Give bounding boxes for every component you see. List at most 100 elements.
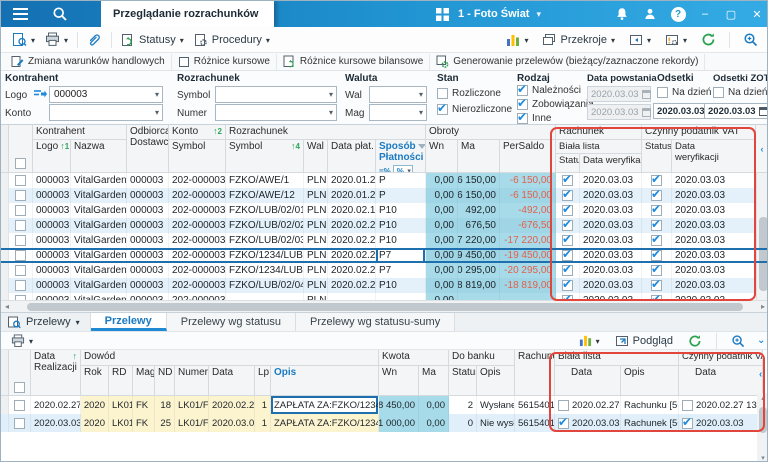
column-header-wal[interactable]: Wal [304,140,328,173]
vat-status-checkbox[interactable] [651,265,662,276]
cell-data-plat[interactable]: 2020.02.17 [328,203,376,218]
scroll-up-arrow[interactable]: ▴ [757,394,768,402]
row-checkbox[interactable] [15,220,26,231]
menu-icon[interactable] [7,1,33,27]
row-checkbox[interactable] [15,280,26,291]
cell-vat-data[interactable]: 2020.03.03 [672,233,756,248]
cell-data-plat[interactable]: 2020.02.27 [328,263,376,278]
column-header-lp[interactable]: Lp [255,366,271,396]
cell-logo[interactable]: 000003 [33,173,71,188]
cell-mag[interactable]: FK [133,396,155,414]
cell-rozrachunek-symbol[interactable]: FZKO/LUB/02/02 [226,218,304,233]
bottom-zoom-button[interactable] [726,332,750,350]
collapse-chevron-icon[interactable]: ‹ [759,369,762,380]
cell-vat-status[interactable] [642,173,672,188]
cell-logo[interactable]: 000003 [33,293,71,300]
settlement-row[interactable]: 000003 VitalGarden 000003 202-000003 PLN… [1,293,768,300]
column-header-persaldo[interactable]: PerSaldo [500,140,556,173]
bl-status-checkbox[interactable] [562,220,573,231]
cell-bl-opis[interactable]: Rachunku [561 [621,396,679,414]
bl-status-checkbox[interactable] [562,250,573,261]
cell-konto-symbol[interactable]: 202-000003 [169,188,226,203]
cell-rozrachunek-symbol[interactable]: FZKO/AWE/1 [226,173,304,188]
cell-ma[interactable]: 18 819,00 [458,278,500,293]
row-select-cell[interactable] [9,414,31,432]
column-header-sposob-platnosci[interactable]: Sposób Płatności =% % [376,140,426,173]
cell-nazwa[interactable]: VitalGarden [71,173,127,188]
cell-bl-data[interactable]: 2020.03.03 [580,263,642,278]
settlement-row[interactable]: 000003 VitalGarden 000003 202-000003 FZK… [1,263,768,278]
tab-przelewy-wg-statusu[interactable]: Przelewy wg statusu [167,313,296,331]
cell-persaldo[interactable]: -18 819,00 [500,278,556,293]
column-header-vat-status[interactable]: Status [642,140,672,173]
vat-status-checkbox[interactable] [651,220,662,231]
cell-persaldo[interactable]: -676,50 [500,218,556,233]
cell-wn[interactable]: 0,00 [426,203,458,218]
cell-mag[interactable]: FK [133,414,155,432]
cell-data[interactable]: 2020.02.27 [209,396,255,414]
cell-wn[interactable]: 0,00 [426,278,458,293]
cell-wal[interactable]: PLN [304,218,328,233]
filter-funnel-icon[interactable] [418,144,426,149]
cell-wn[interactable]: 18 450,00 [379,396,419,414]
preview-button[interactable] [7,30,40,49]
select-all-checkbox[interactable] [14,382,25,393]
column-header-logo[interactable]: Logo1 [33,140,71,173]
cell-bl-data[interactable]: 2020.03.03 [580,218,642,233]
horizontal-scrollbar[interactable]: ◂ ▸ [1,300,768,312]
bl-status-checkbox[interactable] [562,235,573,246]
cell-bl-data[interactable]: 2020.03.03 [555,414,621,432]
cell-logo[interactable]: 000003 [33,278,71,293]
row-checkbox[interactable] [15,190,26,201]
column-header-bl-opis[interactable]: Opis [621,366,679,396]
cell-wn[interactable]: 0,00 [426,218,458,233]
cell-nazwa[interactable]: VitalGarden [71,188,127,203]
cell-wal[interactable]: PLN [304,263,328,278]
column-header-status[interactable]: Status [449,366,477,396]
row-checkbox[interactable] [15,250,26,261]
bottom-vertical-scrollbar[interactable]: ▴ ▾ [757,393,768,462]
cell-data-realizacji[interactable]: 2020.02.27 [31,396,81,414]
cell-odbiorca-dostawca[interactable]: 000003 [127,293,169,300]
transfer-row[interactable]: 2020.02.27 2020 LK01 FK 18 LK01/F 2020.0… [1,396,768,414]
cell-vat-status[interactable] [642,263,672,278]
cell-ma[interactable]: 0,00 [419,414,449,432]
change-trade-terms-button[interactable]: Zmiana warunków handlowych [5,54,172,70]
cell-ma[interactable] [458,293,500,300]
cell-persaldo[interactable]: -492,00 [500,203,556,218]
cell-logo[interactable]: 000003 [33,248,71,263]
sort-icon[interactable]: 2 [213,126,222,136]
cell-lp[interactable]: 1 [255,414,271,432]
cell-bl-data[interactable]: 2020.03.03 [580,278,642,293]
cell-odbiorca-dostawca[interactable]: 000003 [127,233,169,248]
row-checkbox[interactable] [15,205,26,216]
cell-rozrachunek-symbol[interactable]: FZKO/AWE/12 [226,188,304,203]
vat-status-checkbox[interactable] [651,190,662,201]
link-arrow-icon[interactable] [33,88,47,100]
column-header-wn[interactable]: Wn [379,366,419,396]
cell-ma[interactable]: 676,50 [458,218,500,233]
zotp-date-field[interactable]: 2020.03.03 [704,103,768,119]
cell-rozrachunek-symbol[interactable]: FZKO/LUB/02/01 [226,203,304,218]
rozliczone-checkbox[interactable]: Rozliczone [437,88,501,99]
cell-vat-status[interactable] [642,248,672,263]
cell-konto-symbol[interactable]: 202-000003 [169,263,226,278]
row-select-cell[interactable] [9,396,31,414]
przekroje-button[interactable]: Przekroje [537,31,619,49]
cell-data-plat[interactable]: 2020.01.23 [328,188,376,203]
cell-rozrachunek-symbol[interactable]: FZKO/LUB/02/04 [226,278,304,293]
cell-bank-opis[interactable]: Nie wysłane [477,414,515,432]
panel-left-button[interactable] [624,31,656,49]
cell-rozrachunek-symbol[interactable] [226,293,304,300]
podglad-button[interactable]: Podgląd [610,332,678,350]
cell-vat-data[interactable]: 2020.03.03 [672,293,756,300]
attachment-button[interactable] [82,30,107,49]
cell-vat-status[interactable] [642,218,672,233]
procedures-button[interactable]: Procedury [189,31,275,49]
column-header-data-plat[interactable]: Data płat.3 [328,140,376,173]
chart-button[interactable] [501,31,533,49]
cell-rd[interactable]: LK01 [109,414,133,432]
cell-wn[interactable]: 0,00 [426,293,458,300]
notifications-bell-icon[interactable] [609,1,635,27]
cell-wal[interactable]: PLN [304,233,328,248]
